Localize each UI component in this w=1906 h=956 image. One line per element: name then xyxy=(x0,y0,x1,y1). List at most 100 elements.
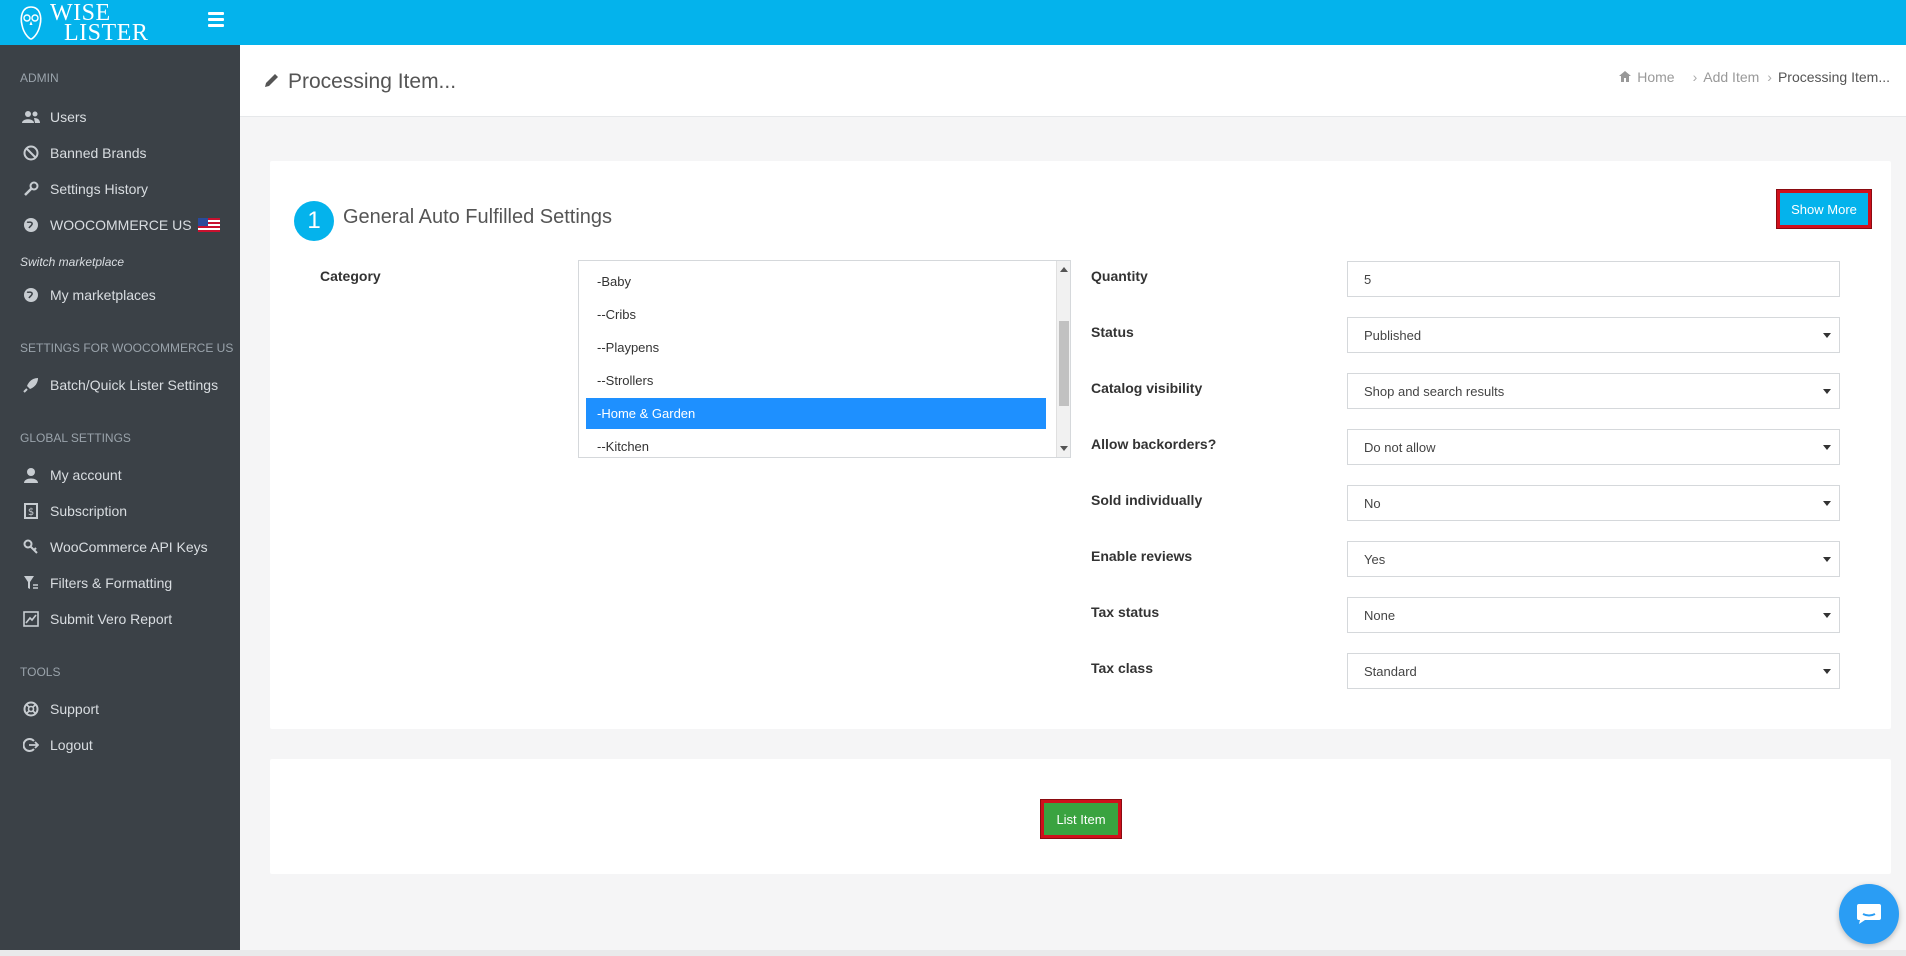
quantity-input[interactable]: 5 xyxy=(1347,261,1840,297)
caret-down-icon xyxy=(1823,389,1831,394)
sidebar-item-label: Submit Vero Report xyxy=(50,611,173,627)
tax-class-select[interactable]: Standard xyxy=(1347,653,1840,689)
owl-logo-icon xyxy=(20,5,42,40)
user-icon xyxy=(22,467,40,483)
category-option[interactable]: -Baby xyxy=(586,266,1046,297)
sidebar-item-label: My account xyxy=(50,467,122,483)
show-more-button[interactable]: Show More xyxy=(1777,190,1871,228)
breadcrumb-add-item[interactable]: Add Item xyxy=(1703,69,1759,85)
scroll-thumb[interactable] xyxy=(1059,321,1069,406)
sidebar-item-label: Filters & Formatting xyxy=(50,575,173,591)
filter-icon xyxy=(22,575,40,591)
wrench-icon xyxy=(22,181,40,197)
tax-status-select[interactable]: None xyxy=(1347,597,1840,633)
sidebar-item-woocommerce-api-keys[interactable]: WooCommerce API Keys xyxy=(0,533,240,561)
sidebar-item-label: Logout xyxy=(50,737,93,753)
page-header: Processing Item... Home › Add Item › Pro… xyxy=(240,45,1906,117)
bottom-strip xyxy=(0,950,1906,956)
sidebar-item-my-account[interactable]: My account xyxy=(0,461,240,489)
sidebar-item-support[interactable]: Support xyxy=(0,695,240,723)
section-title: General Auto Fulfilled Settings xyxy=(343,206,613,228)
quantity-label: Quantity xyxy=(1091,268,1148,284)
enable-reviews-label: Enable reviews xyxy=(1091,548,1193,564)
brand-name: WISE LISTER xyxy=(50,1,149,46)
sidebar: ADMIN Users Banned Brands Settings Histo… xyxy=(0,45,240,950)
pencil-icon xyxy=(264,70,280,94)
sold-individually-value: No xyxy=(1364,495,1381,511)
sidebar-item-my-marketplaces[interactable]: My marketplaces xyxy=(0,281,240,309)
category-option[interactable]: --Playpens xyxy=(586,332,1046,363)
chat-bubble-icon xyxy=(1857,904,1881,924)
sidebar-item-label: WooCommerce API Keys xyxy=(50,539,208,555)
sidebar-item-settings-history[interactable]: Settings History xyxy=(0,175,240,203)
caret-down-icon xyxy=(1823,669,1831,674)
tax-class-label: Tax class xyxy=(1091,660,1154,676)
sidebar-item-users[interactable]: Users xyxy=(0,103,240,131)
top-bar: WISE LISTER xyxy=(0,0,1906,45)
sidebar-section-global: GLOBAL SETTINGS xyxy=(20,431,131,445)
users-icon xyxy=(22,109,40,125)
sidebar-item-label: Subscription xyxy=(50,503,128,519)
sold-individually-label: Sold individually xyxy=(1091,492,1203,508)
sidebar-item-label: Support xyxy=(50,701,100,717)
sidebar-section-tools: TOOLS xyxy=(20,665,61,679)
sidebar-item-banned-brands[interactable]: Banned Brands xyxy=(0,139,240,167)
breadcrumb-separator-icon: › xyxy=(1692,69,1698,85)
list-item-button[interactable]: List Item xyxy=(1041,800,1121,838)
sidebar-item-subscription[interactable]: $ Subscription xyxy=(0,497,240,525)
status-select[interactable]: Published xyxy=(1347,317,1840,353)
caret-down-icon xyxy=(1823,557,1831,562)
key-icon xyxy=(22,539,40,555)
sidebar-section-admin: ADMIN xyxy=(20,71,59,85)
svg-text:$: $ xyxy=(28,507,34,518)
sidebar-item-logout[interactable]: Logout xyxy=(0,731,240,759)
category-option-selected[interactable]: -Home & Garden xyxy=(586,398,1046,429)
category-option[interactable]: --Kitchen xyxy=(586,431,1046,457)
breadcrumb-home[interactable]: Home xyxy=(1637,69,1674,85)
allow-backorders-label: Allow backorders? xyxy=(1091,436,1217,452)
chat-widget-button[interactable] xyxy=(1839,884,1899,944)
scroll-up-icon[interactable] xyxy=(1060,267,1068,272)
catalog-visibility-select[interactable]: Shop and search results xyxy=(1347,373,1840,409)
allow-backorders-select[interactable]: Do not allow xyxy=(1347,429,1840,465)
enable-reviews-value: Yes xyxy=(1364,551,1386,567)
general-settings-card: 1 General Auto Fulfilled Settings Show M… xyxy=(270,161,1891,729)
caret-down-icon xyxy=(1823,333,1831,338)
sidebar-section-settings: SETTINGS FOR WOOCOMMERCE US xyxy=(20,341,234,355)
brand-logo[interactable]: WISE LISTER xyxy=(16,0,148,45)
tax-class-value: Standard xyxy=(1364,663,1417,679)
allow-backorders-value: Do not allow xyxy=(1364,439,1436,455)
breadcrumb-separator-icon: › xyxy=(1767,69,1772,85)
caret-down-icon xyxy=(1823,445,1831,450)
caret-down-icon xyxy=(1823,613,1831,618)
sidebar-item-label: Banned Brands xyxy=(50,145,147,161)
logout-icon xyxy=(22,737,40,753)
sidebar-item-label: My marketplaces xyxy=(50,287,156,303)
status-label: Status xyxy=(1091,324,1134,340)
listbox-scrollbar[interactable] xyxy=(1056,261,1070,457)
us-flag-icon xyxy=(197,218,220,232)
report-icon xyxy=(22,611,40,627)
caret-down-icon xyxy=(1823,501,1831,506)
sidebar-item-woocommerce-us[interactable]: WOOCOMMERCE US xyxy=(0,211,240,239)
scroll-down-icon[interactable] xyxy=(1060,446,1068,451)
sidebar-item-label: WOOCOMMERCE US xyxy=(50,217,192,233)
enable-reviews-select[interactable]: Yes xyxy=(1347,541,1840,577)
breadcrumb: Home › Add Item › Processing Item... xyxy=(1619,69,1890,85)
sidebar-item-batch-quick-lister-settings[interactable]: Batch/Quick Lister Settings xyxy=(0,371,240,399)
brand-line-2: LISTER xyxy=(64,19,149,46)
menu-toggle-icon[interactable] xyxy=(208,12,224,28)
category-option[interactable]: --Strollers xyxy=(586,365,1046,396)
sidebar-item-filters-formatting[interactable]: Filters & Formatting xyxy=(0,569,240,597)
actions-card: List Item xyxy=(270,759,1891,874)
catalog-visibility-value: Shop and search results xyxy=(1364,383,1505,399)
sidebar-item-submit-vero-report[interactable]: Submit Vero Report xyxy=(0,605,240,633)
tax-status-value: None xyxy=(1364,607,1396,623)
catalog-visibility-label: Catalog visibility xyxy=(1091,380,1203,396)
sold-individually-select[interactable]: No xyxy=(1347,485,1840,521)
rocket-icon xyxy=(22,377,40,393)
category-listbox[interactable]: -Baby --Cribs --Playpens --Strollers -Ho… xyxy=(578,260,1071,458)
home-icon xyxy=(1619,69,1632,85)
category-option[interactable]: --Cribs xyxy=(586,299,1046,330)
status-value: Published xyxy=(1364,327,1422,343)
